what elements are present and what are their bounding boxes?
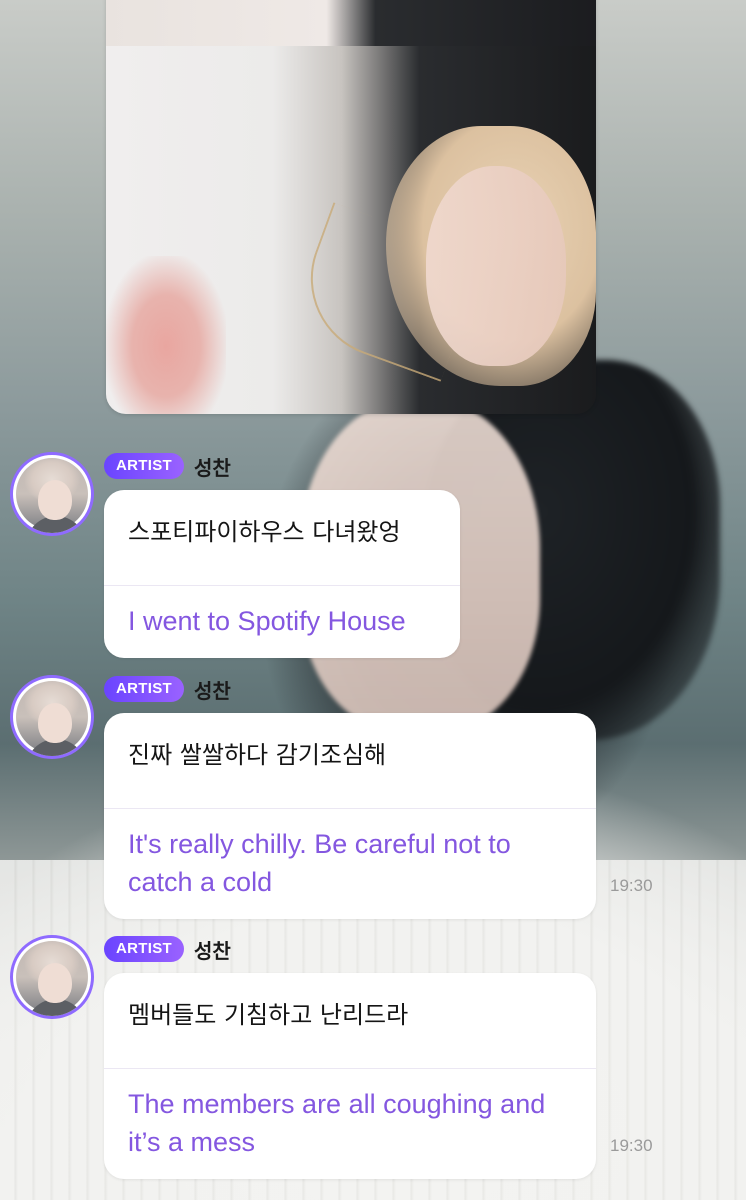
sender-name: 성찬 [193, 455, 231, 480]
sender-name: 성찬 [193, 938, 231, 963]
artist-avatar[interactable] [10, 935, 94, 1019]
message-timestamp: 19:30 [610, 1136, 653, 1155]
sender-name: 성찬 [193, 678, 231, 703]
sender-row: ARTIST 성찬 [104, 935, 231, 963]
translation-text: I went to Spotify House [128, 606, 406, 636]
original-text: 스포티파이하우스 다녀왔엉 [104, 490, 460, 586]
message-bubble[interactable]: 멤버들도 기침하고 난리드라 The members are all cough… [104, 973, 596, 1179]
photo-image [106, 46, 596, 414]
message-timestamp: 19:30 [610, 876, 653, 895]
message-bubble[interactable]: 진짜 쌀쌀하다 감기조심해 It's really chilly. Be car… [104, 713, 596, 919]
message-bubble[interactable]: 스포티파이하우스 다녀왔엉 I went to Spotify House [104, 490, 460, 658]
avatar-face [38, 480, 72, 520]
original-text: 멤버들도 기침하고 난리드라 [104, 973, 596, 1069]
original-text: 진짜 쌀쌀하다 감기조심해 [104, 713, 596, 809]
photo-face [426, 166, 566, 366]
artist-badge: ARTIST [104, 936, 184, 962]
artist-avatar[interactable] [10, 452, 94, 536]
photo-message[interactable] [106, 0, 596, 414]
artist-badge: ARTIST [104, 453, 184, 479]
sender-row: ARTIST 성찬 [104, 452, 231, 480]
avatar-photo [16, 941, 88, 1016]
sender-row: ARTIST 성찬 [104, 675, 231, 703]
artist-avatar[interactable] [10, 675, 94, 759]
photo-shirt-print [106, 256, 226, 414]
translation-text: The members are all coughing and it’s a … [128, 1089, 546, 1157]
avatar-photo [16, 681, 88, 756]
artist-badge: ARTIST [104, 676, 184, 702]
avatar-photo [16, 458, 88, 533]
translation-text: It's really chilly. Be careful not to ca… [128, 829, 511, 897]
photo-top-strip [106, 0, 596, 46]
avatar-face [38, 703, 72, 743]
avatar-face [38, 963, 72, 1003]
